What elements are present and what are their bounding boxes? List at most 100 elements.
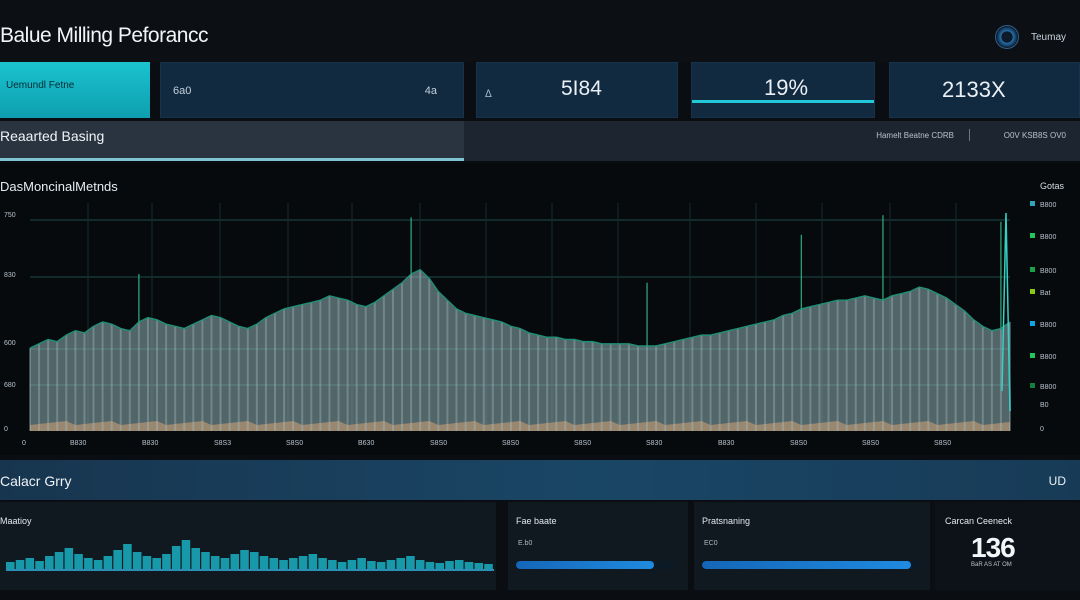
mini-bar xyxy=(142,556,152,570)
y-right-tick-label: B800 xyxy=(1040,234,1056,241)
mini-bar xyxy=(35,561,44,570)
legend-dot xyxy=(1030,233,1035,238)
y-right-tick-label: B800 xyxy=(1040,322,1056,329)
x-tick-label: S8S0 xyxy=(790,440,807,447)
mini-bar xyxy=(74,554,83,570)
mini-bar xyxy=(250,552,259,570)
mini-bar xyxy=(152,558,161,570)
mini-bar xyxy=(54,552,64,570)
legend-dot xyxy=(1030,353,1035,358)
progress-fill xyxy=(702,561,911,569)
mini-bar xyxy=(464,562,474,570)
mini-bar xyxy=(445,561,454,570)
mini-bar xyxy=(162,554,171,570)
main-chart[interactable]: 750 830 600 680 0 0 B830 B830 S8S3 S8S0 B630 S8S0 S8… xyxy=(0,163,1080,455)
mini-bar xyxy=(396,558,405,570)
mini-bar xyxy=(367,561,376,570)
mini-bar xyxy=(240,550,249,570)
y-tick-label: 0 xyxy=(4,426,8,433)
mini-bar xyxy=(64,548,74,570)
x-tick-label: S8S0 xyxy=(430,440,447,447)
mini-bar xyxy=(132,552,142,570)
kpi-tile-active[interactable]: Uemundl Fetne xyxy=(0,62,150,118)
x-tick-label: 0 xyxy=(22,440,26,447)
counter-value: 136 xyxy=(971,532,1016,563)
mini-bar xyxy=(347,560,357,570)
y-tick-label: 680 xyxy=(4,382,16,389)
mini-bar xyxy=(308,554,318,570)
legend-dot xyxy=(1030,201,1035,206)
avatar[interactable] xyxy=(994,25,1019,49)
mini-bar xyxy=(415,560,425,570)
mini-bar xyxy=(210,556,220,570)
y-right-tick-label: 0 xyxy=(1040,426,1044,433)
card-activity[interactable]: Maatioy xyxy=(0,502,496,590)
y-right-tick-label: B800 xyxy=(1040,268,1056,275)
x-tick-label: S8S0 xyxy=(286,440,303,447)
mini-bar xyxy=(454,560,464,570)
kpi-label: Uemundl Fetne xyxy=(6,80,75,91)
legend-dot xyxy=(1030,383,1035,388)
section-header: Reaarted Basing Hamelt Beatne CDRB O0V K… xyxy=(0,121,1080,161)
mini-bar xyxy=(406,556,415,570)
mini-bar xyxy=(123,544,132,570)
mini-bar xyxy=(376,562,386,570)
mini-bar xyxy=(425,562,435,570)
chart-panel: 750 830 600 680 0 0 B830 B830 S8S3 S8S0 B630 S8S0 S8… xyxy=(0,163,1080,455)
card-counter[interactable]: Carcan Ceeneck 136 BaR AS AT OM xyxy=(935,502,1080,590)
section-band: Calacr Grry UD xyxy=(0,460,1080,500)
kpi-value-right: 4a xyxy=(424,85,437,97)
mini-bar xyxy=(25,558,35,570)
mini-bar xyxy=(15,560,25,570)
card-progress-1[interactable]: Fae baate E.b0 xyxy=(508,502,688,590)
kpi-underline xyxy=(692,100,874,103)
mini-bar xyxy=(435,563,444,570)
card-sub: E.b0 xyxy=(518,540,533,547)
mini-bar xyxy=(474,563,484,570)
drop-icon: ᐃ xyxy=(485,89,492,100)
legend-dot xyxy=(1030,289,1035,294)
section-title: Reaarted Basing xyxy=(0,128,105,144)
y-right-tick-label: Bat xyxy=(1040,290,1051,297)
y-tick-label: 830 xyxy=(4,272,16,279)
section-tab-active[interactable]: Reaarted Basing xyxy=(0,121,464,161)
mini-bar xyxy=(6,562,15,570)
user-name[interactable]: Teumay xyxy=(1031,32,1066,43)
divider xyxy=(969,129,970,141)
mini-bar xyxy=(171,546,181,570)
card-title: Carcan Ceeneck xyxy=(945,516,1013,526)
x-tick-label: S8S0 xyxy=(502,440,519,447)
mini-bar xyxy=(386,560,396,570)
kpi-tile-2[interactable]: 6a0 4a xyxy=(160,62,464,118)
legend-dot xyxy=(1030,321,1035,326)
mini-bar xyxy=(84,558,93,570)
app-title: Balue Milling Peforancc xyxy=(0,24,208,47)
mini-bar xyxy=(103,556,113,570)
mini-bar xyxy=(113,550,122,570)
kpi-value-left: 6a0 xyxy=(173,85,192,97)
mini-bar xyxy=(357,558,366,570)
section-meta: O0V KSB8S OV0 xyxy=(1003,131,1066,140)
mini-chart xyxy=(6,540,494,571)
x-tick-label: S8S0 xyxy=(934,440,951,447)
kpi-tile-3[interactable]: ᐃ 5I84 xyxy=(476,62,678,118)
mini-bar xyxy=(93,560,103,570)
x-tick-label: S830 xyxy=(646,440,662,447)
y-right-tick-label: B800 xyxy=(1040,354,1056,361)
x-tick-label: B830 xyxy=(142,440,158,447)
user-area[interactable]: Teumay xyxy=(994,25,1066,49)
kpi-tile-5[interactable]: 2133X xyxy=(889,62,1080,118)
x-tick-label: B630 xyxy=(358,440,374,447)
mini-bar xyxy=(181,540,191,570)
legend-dot xyxy=(1030,267,1035,272)
card-progress-2[interactable]: Pratsnaning EC0 xyxy=(694,502,930,590)
kpi-value: 5I84 xyxy=(561,77,602,100)
mini-bar xyxy=(191,548,200,570)
y-right-tick-label: B800 xyxy=(1040,384,1056,391)
kpi-tile-4[interactable]: 19% xyxy=(691,62,875,118)
mini-bar xyxy=(337,562,347,570)
x-tick-label: B830 xyxy=(70,440,86,447)
x-tick-label: S8S0 xyxy=(574,440,591,447)
progress-fill xyxy=(516,561,654,569)
mini-bar xyxy=(318,558,327,570)
